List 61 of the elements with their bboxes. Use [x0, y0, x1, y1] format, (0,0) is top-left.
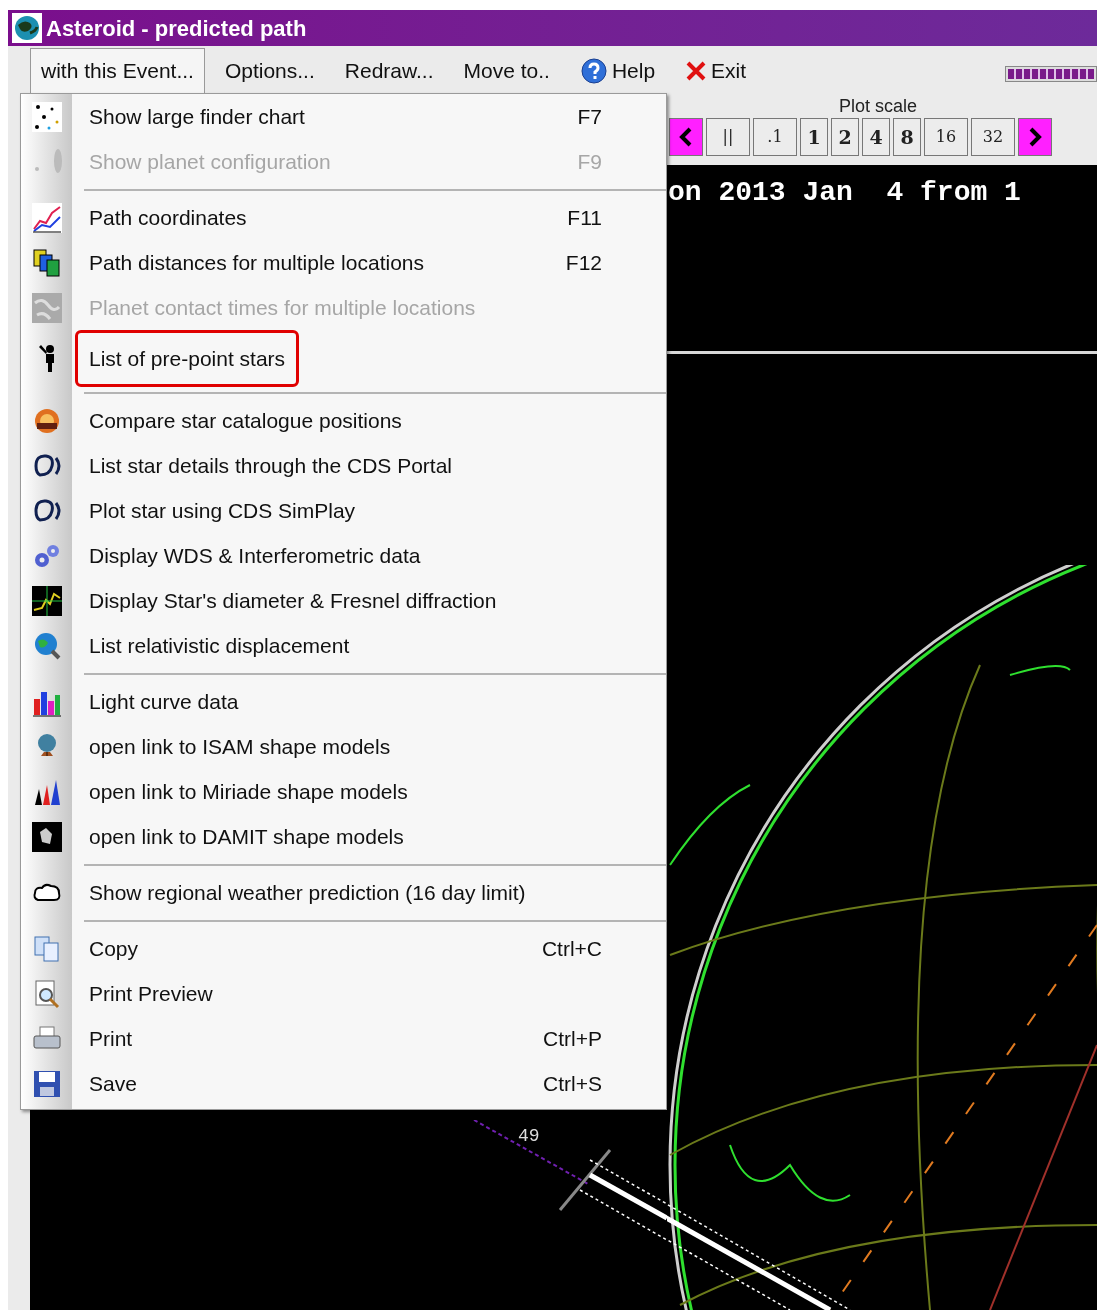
- shortcut-label: Ctrl+C: [541, 935, 602, 962]
- menu-item[interactable]: Help: [569, 48, 666, 93]
- dropdown-item[interactable]: Path coordinates F11: [21, 195, 666, 240]
- right-chevron-icon: [1027, 127, 1043, 147]
- diffraction-graph-icon: [31, 585, 62, 616]
- previous-button[interactable]: [669, 118, 703, 156]
- dropdown-item[interactable]: Plot star using CDS SimPlay: [21, 488, 666, 533]
- menu-item[interactable]: Redraw...: [334, 48, 444, 93]
- close-icon: [685, 59, 708, 82]
- path-label: 49: [518, 1125, 540, 1148]
- scale-button[interactable]: ||: [706, 118, 750, 156]
- menu-item[interactable]: Exit: [675, 48, 757, 93]
- shortcut-label: F9: [577, 148, 602, 175]
- dropdown-item[interactable]: Compare star catalogue positions: [21, 398, 666, 443]
- scale-button[interactable]: 1: [800, 118, 828, 156]
- dropdown-item[interactable]: Print Preview: [21, 971, 666, 1016]
- dropdown-item[interactable]: Save Ctrl+S: [21, 1061, 666, 1106]
- highlight-outline: List of pre-point stars: [75, 329, 300, 388]
- shortcut-label: F12: [565, 249, 602, 276]
- menu-item[interactable]: Move to..: [453, 48, 560, 93]
- dropdown-item[interactable]: List of pre-point stars: [21, 330, 666, 387]
- dropdown-item[interactable]: Display WDS & Interferometric data: [21, 533, 666, 578]
- scale-button[interactable]: .1: [753, 118, 797, 156]
- left-chevron-icon: [678, 127, 694, 147]
- next-button[interactable]: [1018, 118, 1052, 156]
- dropdown-item[interactable]: open link to Miriade shape models: [21, 769, 666, 814]
- scale-button[interactable]: 2: [831, 118, 859, 156]
- copy-icon: [31, 933, 62, 964]
- dropdown-item[interactable]: open link to ISAM shape models: [21, 724, 666, 769]
- window-title: Asteroid - predicted path: [46, 14, 307, 43]
- dropdown-item[interactable]: Print Ctrl+P: [21, 1016, 666, 1061]
- menu-item[interactable]: Options...: [214, 48, 325, 93]
- dropdown-item[interactable]: Display Star's diameter & Fresnel diffraction: [21, 578, 666, 623]
- dropdown-item[interactable]: Show large finder chart F7: [21, 94, 666, 139]
- dropdown-item[interactable]: Copy Ctrl+C: [21, 926, 666, 971]
- stacked-pages-icon: [31, 247, 62, 278]
- plot-heading: on 2013 Jan 4 from 1: [668, 177, 1021, 209]
- tick-mark: [558, 1149, 612, 1211]
- dropdown-item[interactable]: List star details through the CDS Portal: [21, 443, 666, 488]
- shortcut-label: Ctrl+P: [543, 1025, 602, 1052]
- plot-scale-label: Plot scale: [839, 96, 918, 116]
- person-icon: [38, 344, 55, 373]
- help-icon: [579, 56, 608, 85]
- scale-button[interactable]: 4: [862, 118, 890, 156]
- scale-button[interactable]: 8: [893, 118, 921, 156]
- star-field-icon: [31, 101, 62, 132]
- shortcut-label: F7: [577, 103, 602, 130]
- dropdown-item[interactable]: List relativistic displacement: [21, 623, 666, 668]
- dropdown-item[interactable]: Light curve data: [21, 679, 666, 724]
- dropdown-item[interactable]: open link to DAMIT shape models: [21, 814, 666, 859]
- shortcut-label: Ctrl+S: [543, 1070, 602, 1097]
- globe-app-icon: [12, 13, 42, 43]
- dropdown-item[interactable]: Path distances for multiple locations F12: [21, 240, 666, 285]
- dropdown-item[interactable]: Show regional weather prediction (16 day limit): [21, 870, 666, 915]
- menu-item[interactable]: with this Event...: [30, 48, 205, 93]
- rock-icon: [31, 821, 62, 852]
- shortcut-label: F11: [567, 204, 602, 231]
- scale-button[interactable]: 32: [971, 118, 1015, 156]
- scale-button[interactable]: 16: [924, 118, 968, 156]
- save-icon: [31, 1068, 62, 1099]
- line-chart-icon: [31, 202, 62, 233]
